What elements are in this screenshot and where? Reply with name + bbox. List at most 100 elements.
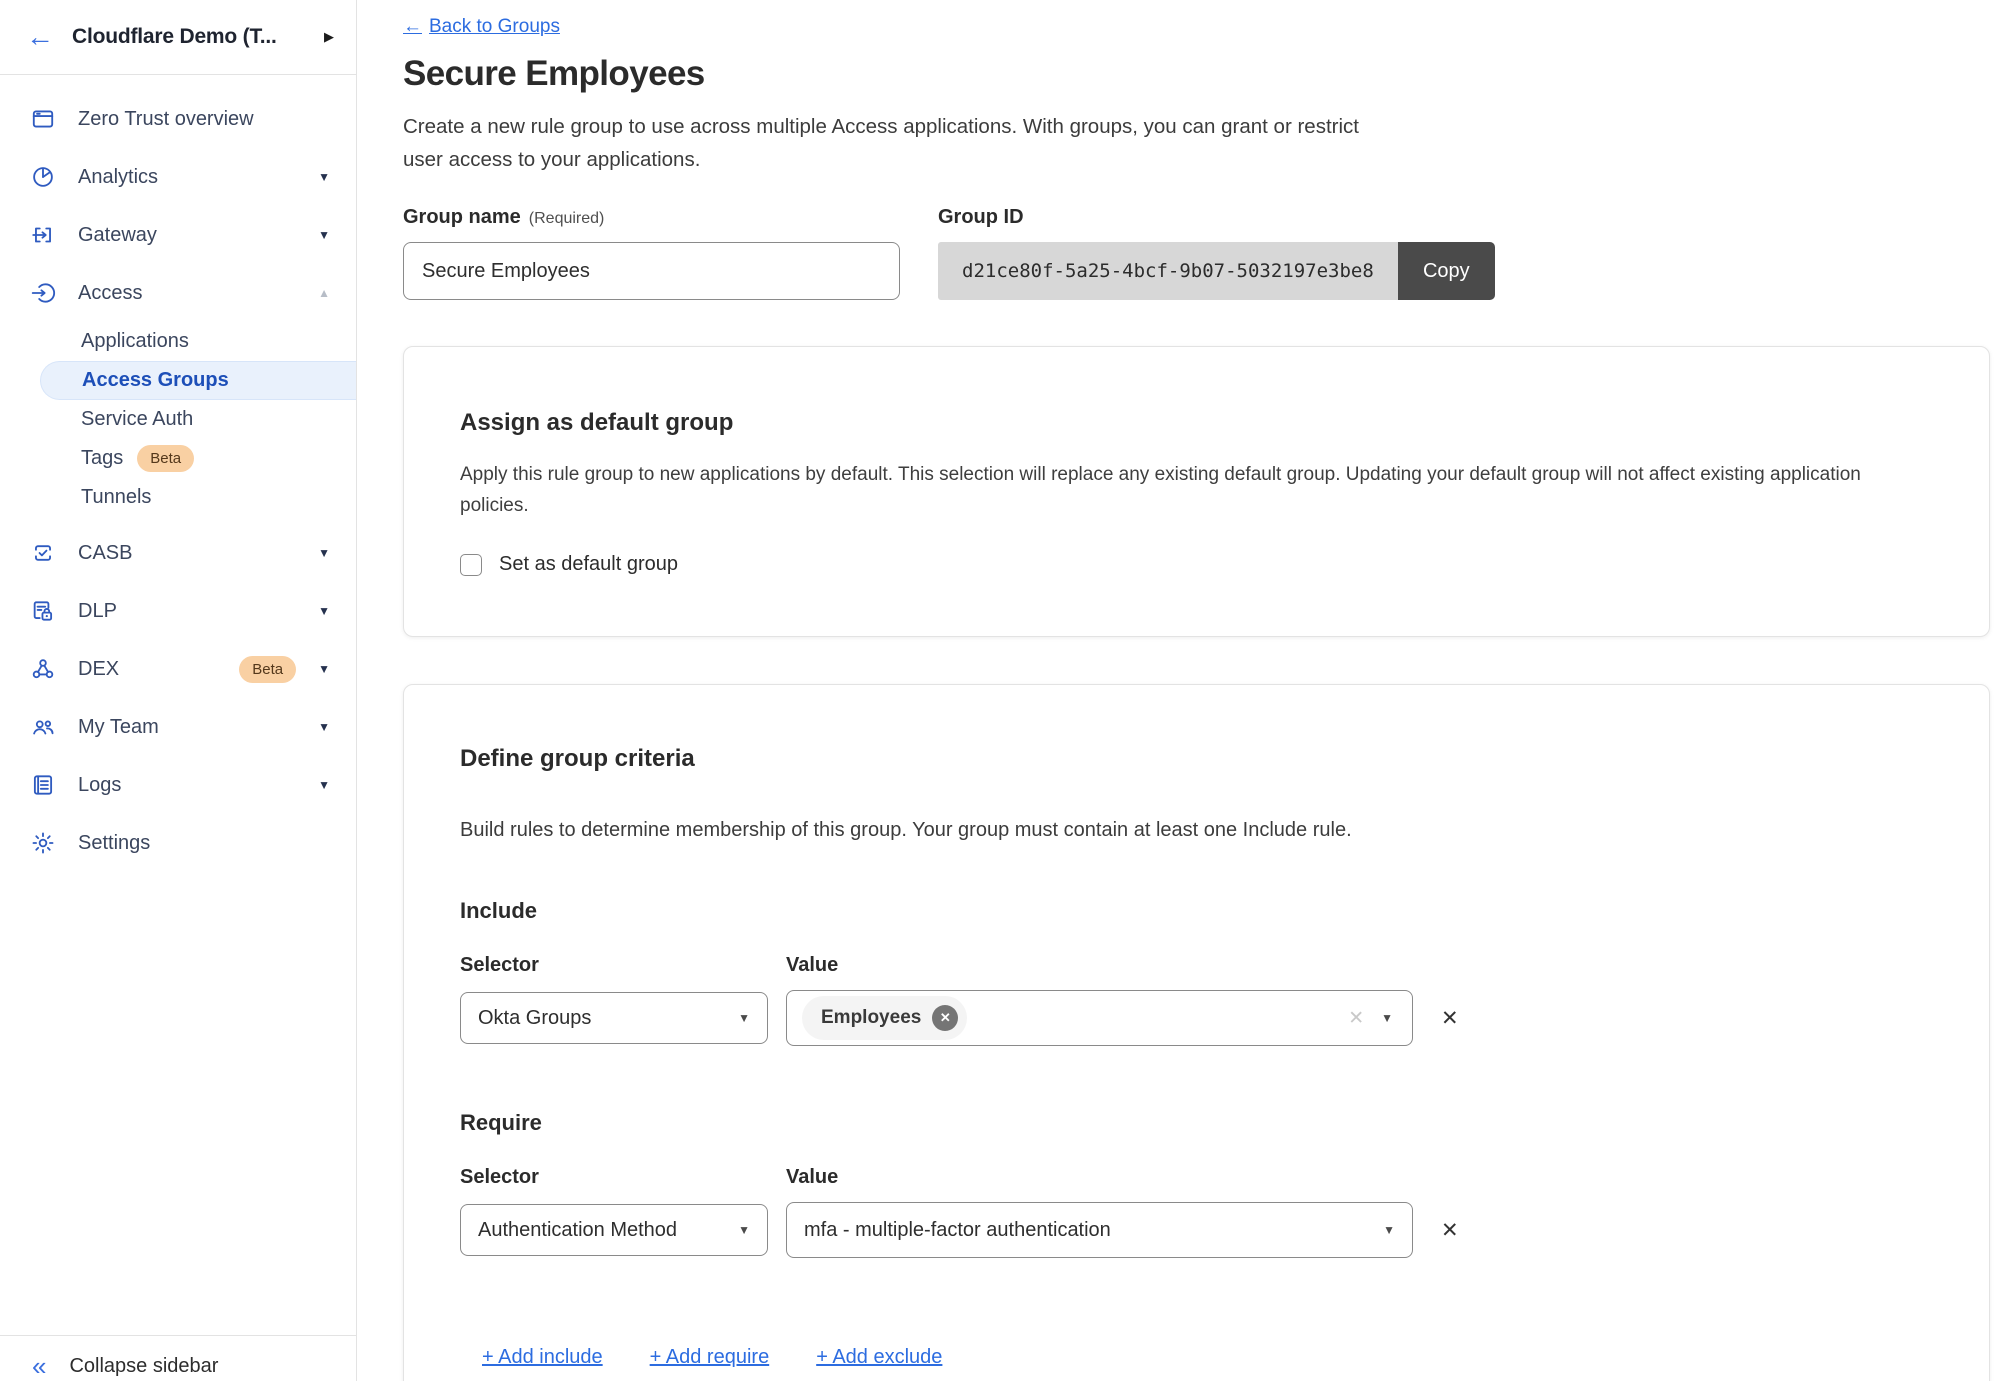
sidebar-item-applications[interactable]: Applications — [0, 322, 356, 361]
require-selector-value: Authentication Method — [478, 1219, 677, 1242]
require-heading: Require — [460, 1110, 1933, 1136]
dex-icon — [30, 656, 56, 682]
sidebar-item-access-groups[interactable]: Access Groups — [40, 361, 356, 400]
chevron-down-icon: ▼ — [318, 170, 330, 184]
beta-badge: Beta — [137, 445, 194, 472]
main-content: ← Back to Groups Secure Employees Create… — [357, 0, 1999, 1381]
group-id-value: d21ce80f-5a25-4bcf-9b07-5032197e3be8 — [938, 242, 1398, 300]
sidebar-item-gateway[interactable]: Gateway ▼ — [0, 206, 356, 264]
default-group-description: Apply this rule group to new application… — [460, 459, 1880, 521]
back-link-label: Back to Groups — [429, 16, 560, 38]
set-default-checkbox-label: Set as default group — [499, 553, 678, 576]
value-column-label: Value — [786, 954, 838, 977]
sidebar-item-casb[interactable]: CASB ▼ — [0, 524, 356, 582]
sidebar-item-tags[interactable]: Tags Beta — [0, 439, 356, 478]
require-value-dropdown[interactable]: mfa - multiple-factor authentication ▼ — [786, 1202, 1413, 1258]
sidebar-item-settings[interactable]: Settings — [0, 814, 356, 872]
back-arrow-icon: ← — [403, 16, 422, 38]
access-icon — [30, 280, 56, 306]
default-group-title: Assign as default group — [460, 409, 1933, 437]
gear-icon — [30, 830, 56, 856]
casb-icon — [30, 540, 56, 566]
value-column-label: Value — [786, 1166, 838, 1189]
sidebar-item-label: Access — [78, 282, 296, 305]
analytics-icon — [30, 164, 56, 190]
group-meta-row: Group name (Required) Group ID d21ce80f-… — [403, 206, 1999, 300]
account-name: Cloudflare Demo (T... — [72, 25, 306, 49]
criteria-card: Define group criteria Build rules to det… — [403, 684, 1990, 1381]
sidebar-item-zero-trust-overview[interactable]: Zero Trust overview — [0, 90, 356, 148]
sidebar-item-label: Service Auth — [81, 408, 193, 431]
sidebar-item-analytics[interactable]: Analytics ▼ — [0, 148, 356, 206]
account-switcher-caret-icon[interactable]: ▶ — [324, 29, 334, 45]
sidebar-item-label: Zero Trust overview — [78, 108, 330, 131]
value-chip-label: Employees — [821, 1007, 921, 1029]
add-include-link[interactable]: + Add include — [482, 1346, 603, 1369]
access-submenu: Applications Access Groups Service Auth … — [0, 322, 356, 517]
group-name-label: Group name — [403, 206, 521, 229]
collapse-sidebar-button[interactable]: « Collapse sidebar — [0, 1335, 356, 1381]
sidebar-header: ← Cloudflare Demo (T... ▶ — [0, 0, 356, 75]
back-to-groups-link[interactable]: ← Back to Groups — [403, 16, 560, 38]
team-icon — [30, 714, 56, 740]
group-id-field: Group ID d21ce80f-5a25-4bcf-9b07-5032197… — [938, 206, 1495, 300]
require-rule-row: Authentication Method ▼ mfa - multiple-f… — [460, 1202, 1933, 1258]
require-selector-dropdown[interactable]: Authentication Method ▼ — [460, 1204, 768, 1256]
sidebar-item-my-team[interactable]: My Team ▼ — [0, 698, 356, 756]
include-heading: Include — [460, 898, 1933, 924]
selector-column-label: Selector — [460, 954, 786, 977]
overview-icon — [30, 106, 56, 132]
default-group-card: Assign as default group Apply this rule … — [403, 346, 1990, 637]
chevron-down-icon: ▼ — [738, 1223, 750, 1237]
sidebar-item-dex[interactable]: DEX Beta ▼ — [0, 640, 356, 698]
sidebar-nav: Zero Trust overview Analytics ▼ Gateway … — [0, 75, 356, 1335]
gateway-icon — [30, 222, 56, 248]
group-name-input[interactable] — [403, 242, 900, 300]
remove-require-rule-button[interactable]: ✕ — [1441, 1218, 1459, 1243]
sidebar-item-label: DLP — [78, 600, 296, 623]
sidebar-item-logs[interactable]: Logs ▼ — [0, 756, 356, 814]
sidebar-item-access[interactable]: Access ▲ — [0, 264, 356, 322]
page-title: Secure Employees — [403, 54, 1999, 94]
chevron-down-icon: ▼ — [1381, 1011, 1393, 1025]
multiselect-controls: ✕ ▼ — [1348, 1007, 1397, 1030]
sidebar-item-tunnels[interactable]: Tunnels — [0, 478, 356, 517]
include-value-multiselect[interactable]: Employees ✕ ✕ ▼ — [786, 990, 1413, 1046]
criteria-description: Build rules to determine membership of t… — [460, 819, 1933, 842]
chip-remove-icon[interactable]: ✕ — [932, 1005, 958, 1031]
require-value: mfa - multiple-factor authentication — [804, 1219, 1111, 1242]
sidebar-item-label: Gateway — [78, 224, 296, 247]
chevron-down-icon: ▼ — [318, 720, 330, 734]
beta-badge: Beta — [239, 656, 296, 683]
group-id-label: Group ID — [938, 206, 1024, 229]
sidebar-item-label: CASB — [78, 542, 296, 565]
add-require-link[interactable]: + Add require — [650, 1346, 770, 1369]
sidebar-item-label: My Team — [78, 716, 296, 739]
sidebar-item-service-auth[interactable]: Service Auth — [0, 400, 356, 439]
require-column-labels: Selector Value — [460, 1166, 1933, 1189]
selector-column-label: Selector — [460, 1166, 786, 1189]
back-arrow-icon[interactable]: ← — [26, 23, 54, 51]
remove-include-rule-button[interactable]: ✕ — [1441, 1006, 1459, 1031]
sidebar-item-label: Logs — [78, 774, 296, 797]
sidebar-item-label: Applications — [81, 330, 189, 353]
chevron-down-icon: ▼ — [318, 228, 330, 242]
sidebar-item-label: DEX — [78, 658, 203, 681]
group-name-field: Group name (Required) — [403, 206, 938, 300]
sidebar-item-label: Access Groups — [82, 369, 229, 392]
set-default-checkbox[interactable] — [460, 554, 482, 576]
criteria-title: Define group criteria — [460, 745, 1933, 773]
include-rule-row: Okta Groups ▼ Employees ✕ ✕ ▼ ✕ — [460, 990, 1933, 1046]
chevron-down-icon: ▼ — [738, 1011, 750, 1025]
clear-values-icon[interactable]: ✕ — [1348, 1007, 1364, 1030]
include-selector-dropdown[interactable]: Okta Groups ▼ — [460, 992, 768, 1044]
add-rule-links: + Add include + Add require + Add exclud… — [460, 1346, 1933, 1369]
sidebar-item-dlp[interactable]: DLP ▼ — [0, 582, 356, 640]
add-exclude-link[interactable]: + Add exclude — [816, 1346, 942, 1369]
chevron-down-icon: ▼ — [318, 604, 330, 618]
chevron-down-icon: ▼ — [318, 778, 330, 792]
chevron-down-icon: ▼ — [318, 546, 330, 560]
set-default-checkbox-row[interactable]: Set as default group — [460, 553, 1933, 576]
copy-button[interactable]: Copy — [1398, 242, 1495, 300]
app-root: ← Cloudflare Demo (T... ▶ Zero Trust ove… — [0, 0, 1999, 1381]
